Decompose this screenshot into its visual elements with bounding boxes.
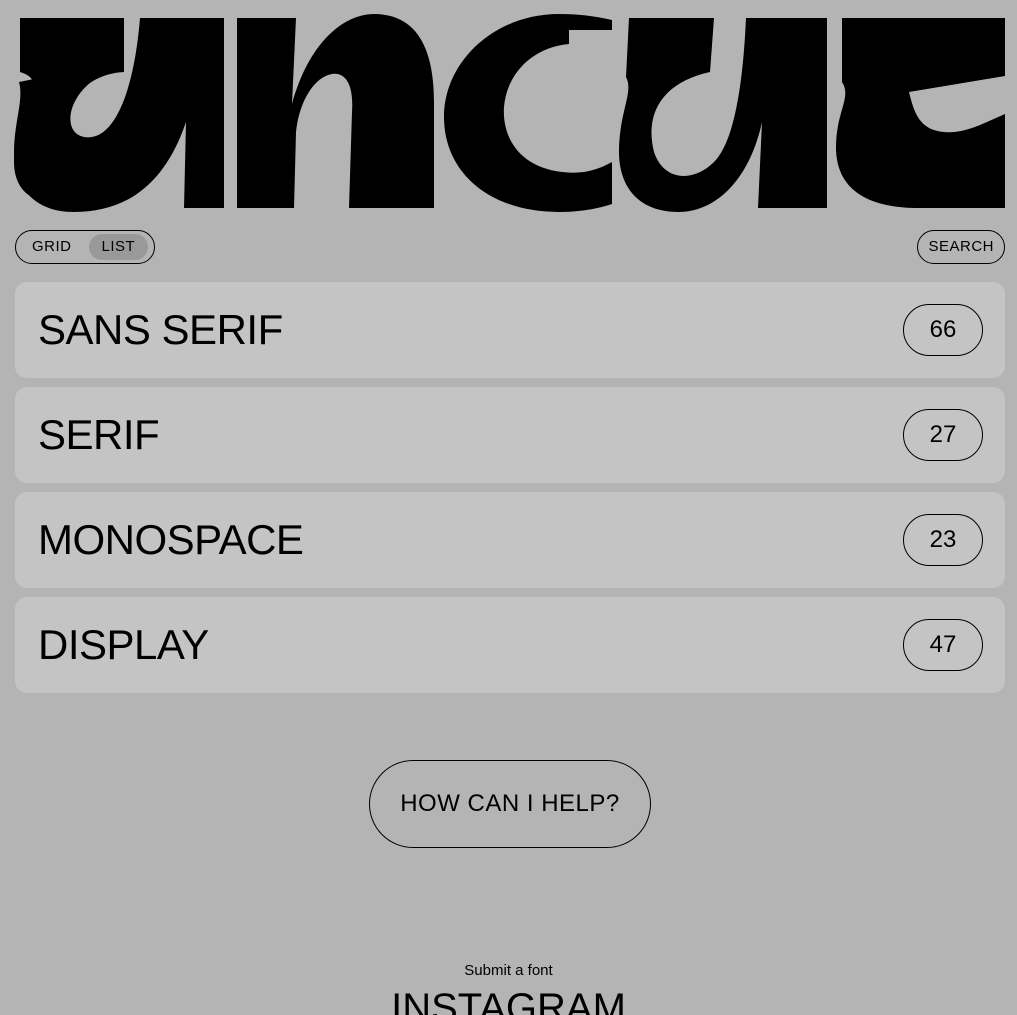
category-row-monospace[interactable]: MONOSPACE 23 [15,492,1005,588]
grid-view-button[interactable]: GRID [19,234,85,260]
search-button[interactable]: SEARCH [917,230,1005,264]
help-button[interactable]: HOW CAN I HELP? [369,760,651,848]
logo-letter-c [444,14,612,212]
category-count-badge: 23 [903,514,983,566]
uncut-logo[interactable] [14,12,1005,214]
category-count-badge: 27 [903,409,983,461]
instagram-link[interactable]: INSTAGRAM [0,988,1017,1015]
submit-font-link[interactable]: Submit a font [0,962,1017,979]
category-name: MONOSPACE [38,516,304,563]
list-view-button[interactable]: LIST [88,234,149,260]
category-row-display[interactable]: DISPLAY 47 [15,597,1005,693]
category-row-sans-serif[interactable]: SANS SERIF 66 [15,282,1005,378]
category-count-badge: 66 [903,304,983,356]
category-name: SERIF [38,411,160,458]
logo-letter-n [237,14,434,208]
logo-letter-t [836,18,1005,208]
category-name: SANS SERIF [38,306,283,353]
view-toggle: GRID LIST [15,230,155,264]
category-count-badge: 47 [903,619,983,671]
logo-letter-u2 [619,18,827,212]
category-name: DISPLAY [38,621,209,668]
category-row-serif[interactable]: SERIF 27 [15,387,1005,483]
category-list: SANS SERIF 66 SERIF 27 MONOSPACE 23 DISP… [15,282,1005,702]
